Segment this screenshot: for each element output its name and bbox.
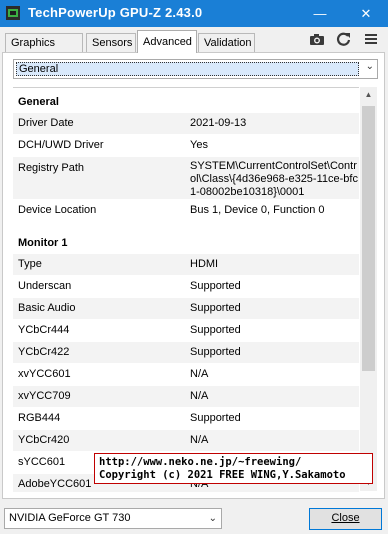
property-row[interactable]: YCbCr420 N/A: [13, 430, 359, 452]
property-key: Registry Path: [18, 162, 85, 174]
property-key: YCbCr422: [18, 346, 70, 358]
close-window-button[interactable]: ✕: [346, 0, 386, 27]
property-row[interactable]: YCbCr444 Supported: [13, 320, 359, 342]
close-button[interactable]: Close: [309, 508, 382, 530]
property-key: YCbCr420: [18, 434, 70, 446]
property-key: RGB444: [18, 412, 61, 424]
property-key: Type: [18, 258, 42, 270]
gpu-select-dropdown[interactable]: NVIDIA GeForce GT 730 ⌄: [4, 508, 222, 529]
property-key: Driver Date: [18, 117, 74, 129]
property-value: SYSTEM\CurrentControlSet\Control\Class\{…: [190, 160, 358, 198]
advanced-panel: General ⌄ General Driver Date 2021-09-13 DC…: [2, 52, 385, 499]
section-header: General: [18, 96, 59, 108]
property-value: Supported: [190, 280, 241, 292]
tab-strip: Graphics Card Sensors Advanced Validatio…: [0, 27, 388, 67]
scroll-thumb[interactable]: [362, 106, 375, 371]
property-key: DCH/UWD Driver: [18, 139, 104, 151]
property-value: Bus 1, Device 0, Function 0: [190, 204, 325, 216]
tab-validation[interactable]: Validation: [198, 33, 255, 52]
menu-icon[interactable]: [362, 31, 380, 47]
property-row[interactable]: YCbCr422 Supported: [13, 342, 359, 364]
property-value: Yes: [190, 139, 208, 151]
title-bar: TechPowerUp GPU-Z 2.43.0 — ✕: [0, 0, 388, 27]
minimize-button[interactable]: —: [300, 0, 340, 27]
property-list: General Driver Date 2021-09-13 DCH/UWD Driv…: [13, 87, 359, 492]
property-row[interactable]: Driver Date 2021-09-13: [13, 113, 359, 135]
property-row[interactable]: DCH/UWD Driver Yes: [13, 135, 359, 157]
property-value: HDMI: [190, 258, 219, 270]
credit-watermark: http://www.neko.ne.jp/~freewing/ Copyrig…: [94, 453, 373, 484]
property-value: Supported: [190, 346, 241, 358]
property-key: AdobeYCC601: [18, 478, 92, 490]
chevron-down-icon: ⌄: [365, 61, 374, 72]
property-row[interactable]: Basic Audio Supported: [13, 298, 359, 320]
property-key: Underscan: [18, 280, 72, 292]
property-row[interactable]: RGB444 Supported: [13, 408, 359, 430]
tab-advanced[interactable]: Advanced: [137, 30, 197, 53]
credit-copyright: Copyright (c) 2021 FREE WING,Y.Sakamoto: [99, 469, 346, 481]
scroll-up-arrow-icon[interactable]: ▲: [360, 87, 377, 103]
category-selected: General: [16, 62, 359, 76]
credit-url: http://www.neko.ne.jp/~freewing/: [99, 456, 302, 468]
property-value: N/A: [190, 368, 209, 380]
camera-icon[interactable]: [308, 31, 326, 47]
window-title: TechPowerUp GPU-Z 2.43.0: [28, 5, 203, 20]
tab-graphics-card[interactable]: Graphics Card: [5, 33, 83, 67]
property-value: 2021-09-13: [190, 117, 247, 129]
vertical-scrollbar[interactable]: ▲ ▼: [360, 87, 377, 491]
property-row[interactable]: Registry Path SYSTEM\CurrentControlSet\Co…: [13, 157, 359, 200]
close-button-label: Close: [331, 512, 360, 524]
property-key: YCbCr444: [18, 324, 70, 336]
chevron-down-icon: ⌄: [208, 513, 217, 524]
property-key: xvYCC601: [18, 368, 71, 380]
property-row[interactable]: xvYCC709 N/A: [13, 386, 359, 408]
property-key: Basic Audio: [18, 302, 76, 314]
property-row[interactable]: Type HDMI: [13, 254, 359, 276]
property-value: Supported: [190, 412, 241, 424]
tab-sensors[interactable]: Sensors: [86, 33, 136, 52]
section-header: Monitor 1: [18, 237, 68, 249]
property-key: xvYCC709: [18, 390, 71, 402]
property-row[interactable]: xvYCC601 N/A: [13, 364, 359, 386]
category-dropdown[interactable]: General ⌄: [13, 59, 378, 79]
gpu-select-value: NVIDIA GeForce GT 730: [9, 512, 131, 524]
property-row[interactable]: Underscan Supported: [13, 276, 359, 298]
property-value: Supported: [190, 302, 241, 314]
property-key: sYCC601: [18, 456, 66, 468]
property-key: Device Location: [18, 204, 97, 216]
property-value: Supported: [190, 324, 241, 336]
property-value: N/A: [190, 434, 209, 446]
refresh-icon[interactable]: [335, 31, 353, 47]
property-value: N/A: [190, 390, 209, 402]
property-row[interactable]: Device Location Bus 1, Device 0, Function…: [13, 200, 359, 222]
gpu-z-app-icon: [6, 6, 20, 20]
